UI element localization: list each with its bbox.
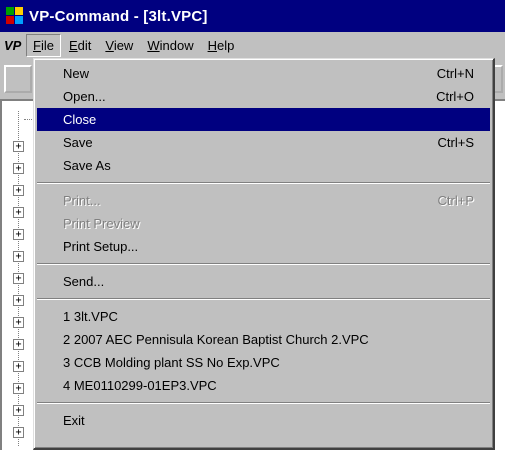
tree-connector <box>24 119 32 120</box>
menu-item-send[interactable]: Send... <box>37 270 490 293</box>
window-title: VP-Command - [3lt.VPC] <box>29 7 208 25</box>
menu-window[interactable]: Window <box>141 35 199 56</box>
recent-file-3[interactable]: 3 CCB Molding plant SS No Exp.VPC <box>37 351 490 374</box>
menu-separator <box>37 402 490 404</box>
app-icon[interactable] <box>4 5 26 27</box>
menu-edit[interactable]: Edit <box>63 35 97 56</box>
plus-box-icon[interactable]: + <box>13 207 24 218</box>
plus-box-icon[interactable]: + <box>13 427 24 438</box>
menu-item-shortcut: Ctrl+N <box>436 66 474 81</box>
menu-item-label: 3 CCB Molding plant SS No Exp.VPC <box>63 355 280 370</box>
plus-box-icon[interactable]: + <box>13 229 24 240</box>
menu-item-exit[interactable]: Exit <box>37 409 490 432</box>
menu-item-label: Print Setup... <box>63 239 139 254</box>
menu-item-print: Print... Ctrl+P <box>37 189 490 212</box>
menu-item-label: Print... <box>63 193 101 208</box>
plus-box-icon[interactable]: + <box>13 339 24 350</box>
menu-item-save-as[interactable]: Save As <box>37 154 490 177</box>
menu-item-new[interactable]: New Ctrl+N <box>37 62 490 85</box>
menu-item-label: Print Preview <box>63 216 140 231</box>
recent-file-4[interactable]: 4 ME0110299-01EP3.VPC <box>37 374 490 397</box>
menu-item-label: 1 3lt.VPC <box>63 309 118 324</box>
menu-separator <box>37 263 490 265</box>
menu-item-close[interactable]: Close <box>37 108 490 131</box>
menu-item-open[interactable]: Open... Ctrl+O <box>37 85 490 108</box>
recent-file-1[interactable]: 1 3lt.VPC <box>37 305 490 328</box>
menu-separator <box>37 182 490 184</box>
plus-box-icon[interactable]: + <box>13 185 24 196</box>
plus-box-icon[interactable]: + <box>13 361 24 372</box>
plus-box-icon[interactable]: + <box>13 295 24 306</box>
menu-separator <box>37 298 490 300</box>
menu-item-print-preview: Print Preview <box>37 212 490 235</box>
menu-file[interactable]: File <box>26 34 61 57</box>
menu-item-shortcut: Ctrl+O <box>436 89 474 104</box>
plus-box-icon[interactable]: + <box>13 251 24 262</box>
menu-view[interactable]: View <box>99 35 139 56</box>
menubar: VP File Edit View Window Help <box>0 32 505 59</box>
plus-box-icon[interactable]: + <box>13 141 24 152</box>
menu-item-label: Close <box>63 112 97 127</box>
menu-item-label: 2 2007 AEC Pennisula Korean Baptist Chur… <box>63 332 369 347</box>
recent-file-2[interactable]: 2 2007 AEC Pennisula Korean Baptist Chur… <box>37 328 490 351</box>
child-window-icon[interactable]: VP <box>4 38 24 53</box>
plus-box-icon[interactable]: + <box>13 317 24 328</box>
menu-item-print-setup[interactable]: Print Setup... <box>37 235 490 258</box>
plus-box-icon[interactable]: + <box>13 405 24 416</box>
window-titlebar: VP-Command - [3lt.VPC] <box>0 0 505 32</box>
menu-item-label: Open... <box>63 89 106 104</box>
menu-item-label: 4 ME0110299-01EP3.VPC <box>63 378 217 393</box>
menu-item-label: Send... <box>63 274 105 289</box>
menu-item-label: New <box>63 66 90 81</box>
file-menu-dropdown: New Ctrl+N Open... Ctrl+O Close Save Ctr… <box>33 58 495 450</box>
menu-item-label: Exit <box>63 413 85 428</box>
menu-item-label: Save <box>63 135 93 150</box>
plus-box-icon[interactable]: + <box>13 383 24 394</box>
new-document-button[interactable] <box>4 65 32 93</box>
menu-item-label: Save As <box>63 158 111 173</box>
menu-item-save[interactable]: Save Ctrl+S <box>37 131 490 154</box>
menu-help[interactable]: Help <box>202 35 241 56</box>
menu-item-shortcut: Ctrl+P <box>437 193 474 208</box>
plus-box-icon[interactable]: + <box>13 273 24 284</box>
plus-box-icon[interactable]: + <box>13 163 24 174</box>
menu-item-shortcut: Ctrl+S <box>437 135 474 150</box>
